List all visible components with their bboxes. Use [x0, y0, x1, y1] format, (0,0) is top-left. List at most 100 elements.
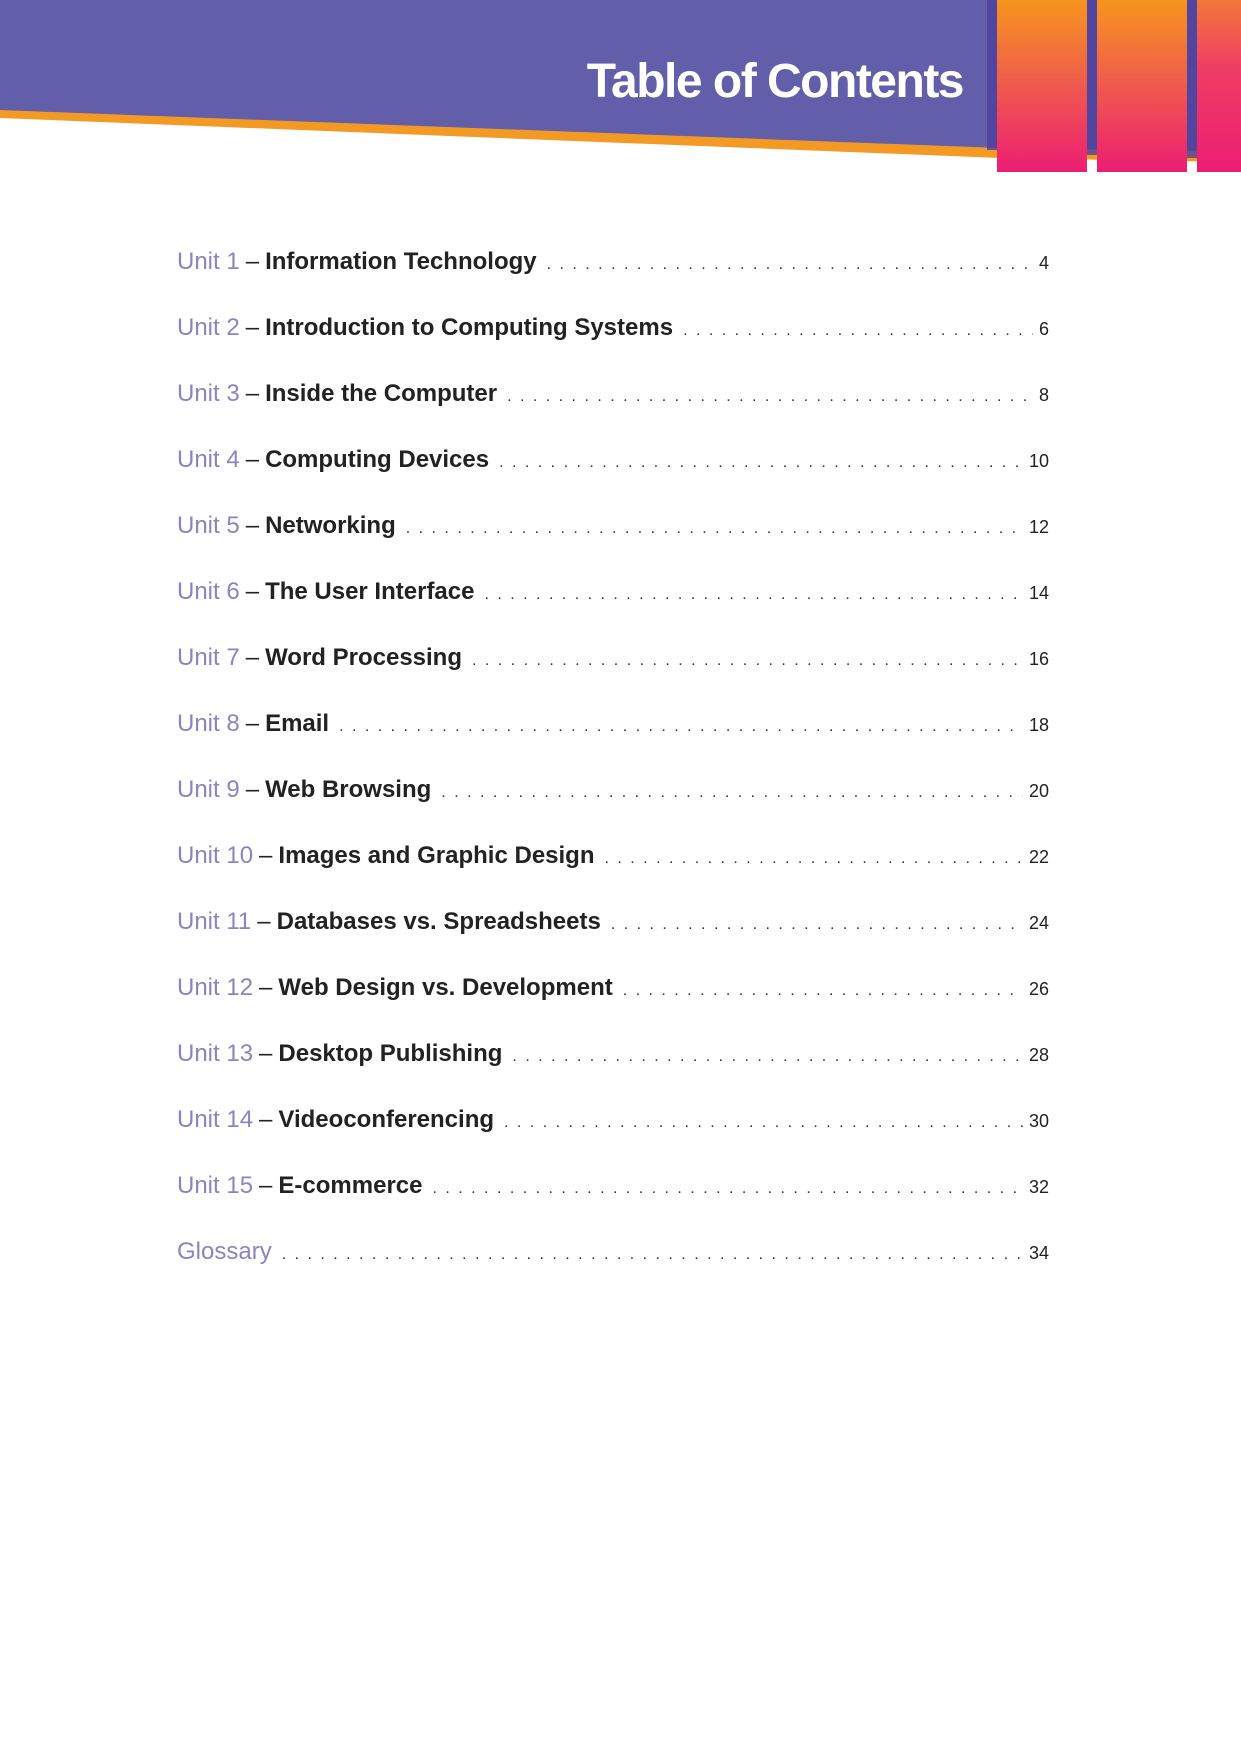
- dot-leader: [472, 652, 1023, 670]
- toc-entry[interactable]: Unit 14–Videoconferencing 30: [177, 1106, 1049, 1172]
- toc-entry-page-number: 32: [1028, 1177, 1049, 1197]
- toc-entry-label: Unit 3: [177, 380, 240, 407]
- toc-entry-title: Desktop Publishing: [278, 1040, 503, 1067]
- toc-entry-label: Unit 4: [177, 446, 240, 473]
- toc-entry-page-number: 10: [1028, 451, 1049, 471]
- toc-entry-page-number: 30: [1028, 1111, 1049, 1131]
- toc-entry-separator: –: [259, 1106, 273, 1133]
- toc-entry-separator: –: [259, 974, 273, 1001]
- toc-entry[interactable]: Unit 7–Word Processing 16: [177, 644, 1049, 710]
- decorative-stripe-3: [1197, 0, 1241, 172]
- toc-entry-title: Word Processing: [265, 644, 462, 671]
- toc-entry[interactable]: Unit 15–E-commerce 32: [177, 1172, 1049, 1238]
- toc-entry-separator: –: [245, 314, 260, 341]
- dot-leader: [484, 586, 1022, 604]
- toc-entry-separator: –: [245, 512, 260, 539]
- dot-leader: [406, 520, 1023, 538]
- toc-entry-separator: –: [259, 1172, 273, 1199]
- toc-entry-page-number: 16: [1028, 649, 1049, 669]
- toc-entry-separator: –: [259, 842, 273, 869]
- toc-entry-separator: –: [245, 776, 260, 803]
- page-title: Table of Contents: [586, 55, 965, 108]
- toc-entry-separator: –: [245, 380, 260, 407]
- decorative-stripe-1: [997, 0, 1087, 172]
- toc-entry-label: Unit 10: [177, 842, 254, 869]
- toc-entry-separator: –: [245, 248, 260, 275]
- toc-entry-label: Unit 7: [177, 644, 240, 671]
- toc-entry-title: Databases vs. Spreadsheets: [276, 908, 601, 935]
- toc-entry-page-number: 4: [1038, 253, 1049, 273]
- toc-entry-separator: –: [257, 908, 271, 935]
- toc-entry-page-number: 22: [1028, 847, 1049, 867]
- toc-entry-label: Unit 1: [177, 248, 240, 275]
- dot-leader: [512, 1048, 1023, 1066]
- toc-entry-separator: –: [245, 446, 260, 473]
- toc-entry-label: Unit 8: [177, 710, 240, 737]
- toc-entry-label: Unit 5: [177, 512, 240, 539]
- toc-entry-separator: –: [259, 1040, 273, 1067]
- header-banner: Table of Contents: [0, 0, 1241, 175]
- dot-leader: [432, 1180, 1022, 1198]
- toc-entry[interactable]: Unit 6–The User Interface 14: [177, 578, 1049, 644]
- toc-entry[interactable]: Unit 8–Email 18: [177, 710, 1049, 776]
- toc-entry[interactable]: Unit 13–Desktop Publishing 28: [177, 1040, 1049, 1106]
- toc-entry[interactable]: Unit 12–Web Design vs. Development 26: [177, 974, 1049, 1040]
- toc-entry-label: Unit 9: [177, 776, 240, 803]
- toc-entry[interactable]: Unit 2– Introduction to Computing Systems…: [177, 314, 1049, 380]
- dot-leader: [504, 1114, 1023, 1132]
- toc-entry-label: Glossary: [177, 1238, 272, 1265]
- dot-leader: [547, 256, 1033, 274]
- dot-leader: [441, 784, 1023, 802]
- toc-entry-title: Web Design vs. Development: [278, 974, 613, 1001]
- toc-entry[interactable]: Unit 4–Computing Devices 10: [177, 446, 1049, 512]
- toc-entry[interactable]: Unit 9–Web Browsing 20: [177, 776, 1049, 842]
- dot-leader: [339, 718, 1023, 736]
- dot-leader: [623, 982, 1023, 1000]
- toc-entry-label: Unit 6: [177, 578, 240, 605]
- toc-entry-page-number: 14: [1028, 583, 1049, 603]
- toc-entry-page-number: 26: [1028, 979, 1049, 999]
- toc-entry-page-number: 12: [1028, 517, 1049, 537]
- decorative-stripe-2: [1097, 0, 1187, 172]
- toc-entry-title: Information Technology: [265, 248, 537, 275]
- toc-entry-title: Inside the Computer: [265, 380, 498, 407]
- toc-entry-label: Unit 12: [177, 974, 254, 1001]
- toc-entry-title: Videoconferencing: [278, 1106, 495, 1133]
- toc-entry-page-number: 34: [1028, 1243, 1049, 1263]
- toc-entry-page-number: 18: [1028, 715, 1049, 735]
- toc-entry-title: Introduction to Computing Systems: [265, 314, 674, 341]
- toc-entry-title: E-commerce: [278, 1172, 423, 1199]
- toc-entry-label: Unit 15: [177, 1172, 254, 1199]
- table-of-contents: Unit 1–Information Technology4Unit 2–Int…: [177, 248, 1049, 1304]
- toc-entry[interactable]: Unit 3–Inside the Computer 8: [177, 380, 1049, 446]
- toc-entry-page-number: 28: [1028, 1045, 1049, 1065]
- toc-entry-title: Images and Graphic Design: [278, 842, 595, 869]
- toc-entry-title: Web Browsing: [265, 776, 432, 803]
- toc-entry-separator: –: [245, 578, 260, 605]
- toc-entry-page-number: 6: [1038, 319, 1049, 339]
- toc-entry-label: Unit 14: [177, 1106, 254, 1133]
- toc-entry[interactable]: Unit 11–Databases vs. Spreadsheets 24: [177, 908, 1049, 974]
- toc-entry-title: Email: [265, 710, 330, 737]
- toc-entry[interactable]: Glossary 34: [177, 1238, 1049, 1304]
- toc-entry-separator: –: [245, 710, 260, 737]
- dot-leader: [683, 322, 1033, 340]
- dot-leader: [282, 1246, 1023, 1264]
- toc-entry-title: Computing Devices: [265, 446, 490, 473]
- dot-leader: [507, 388, 1033, 406]
- toc-entry-separator: –: [245, 644, 260, 671]
- toc-entry[interactable]: Unit 10–Images and Graphic Design 22: [177, 842, 1049, 908]
- toc-entry[interactable]: Unit 5–Networking 12: [177, 512, 1049, 578]
- toc-entry-page-number: 24: [1028, 913, 1049, 933]
- toc-entry-title: The User Interface: [265, 578, 475, 605]
- dot-leader: [499, 454, 1023, 472]
- toc-entry-label: Unit 2: [177, 314, 240, 341]
- toc-entry-label: Unit 13: [177, 1040, 254, 1067]
- toc-entry-page-number: 8: [1038, 385, 1049, 405]
- toc-entry-title: Networking: [265, 512, 396, 539]
- dot-leader: [611, 916, 1023, 934]
- toc-entry-page-number: 20: [1028, 781, 1049, 801]
- toc-entry[interactable]: Unit 1–Information Technology 4: [177, 248, 1049, 314]
- dot-leader: [605, 850, 1023, 868]
- toc-entry-label: Unit 11: [177, 908, 252, 935]
